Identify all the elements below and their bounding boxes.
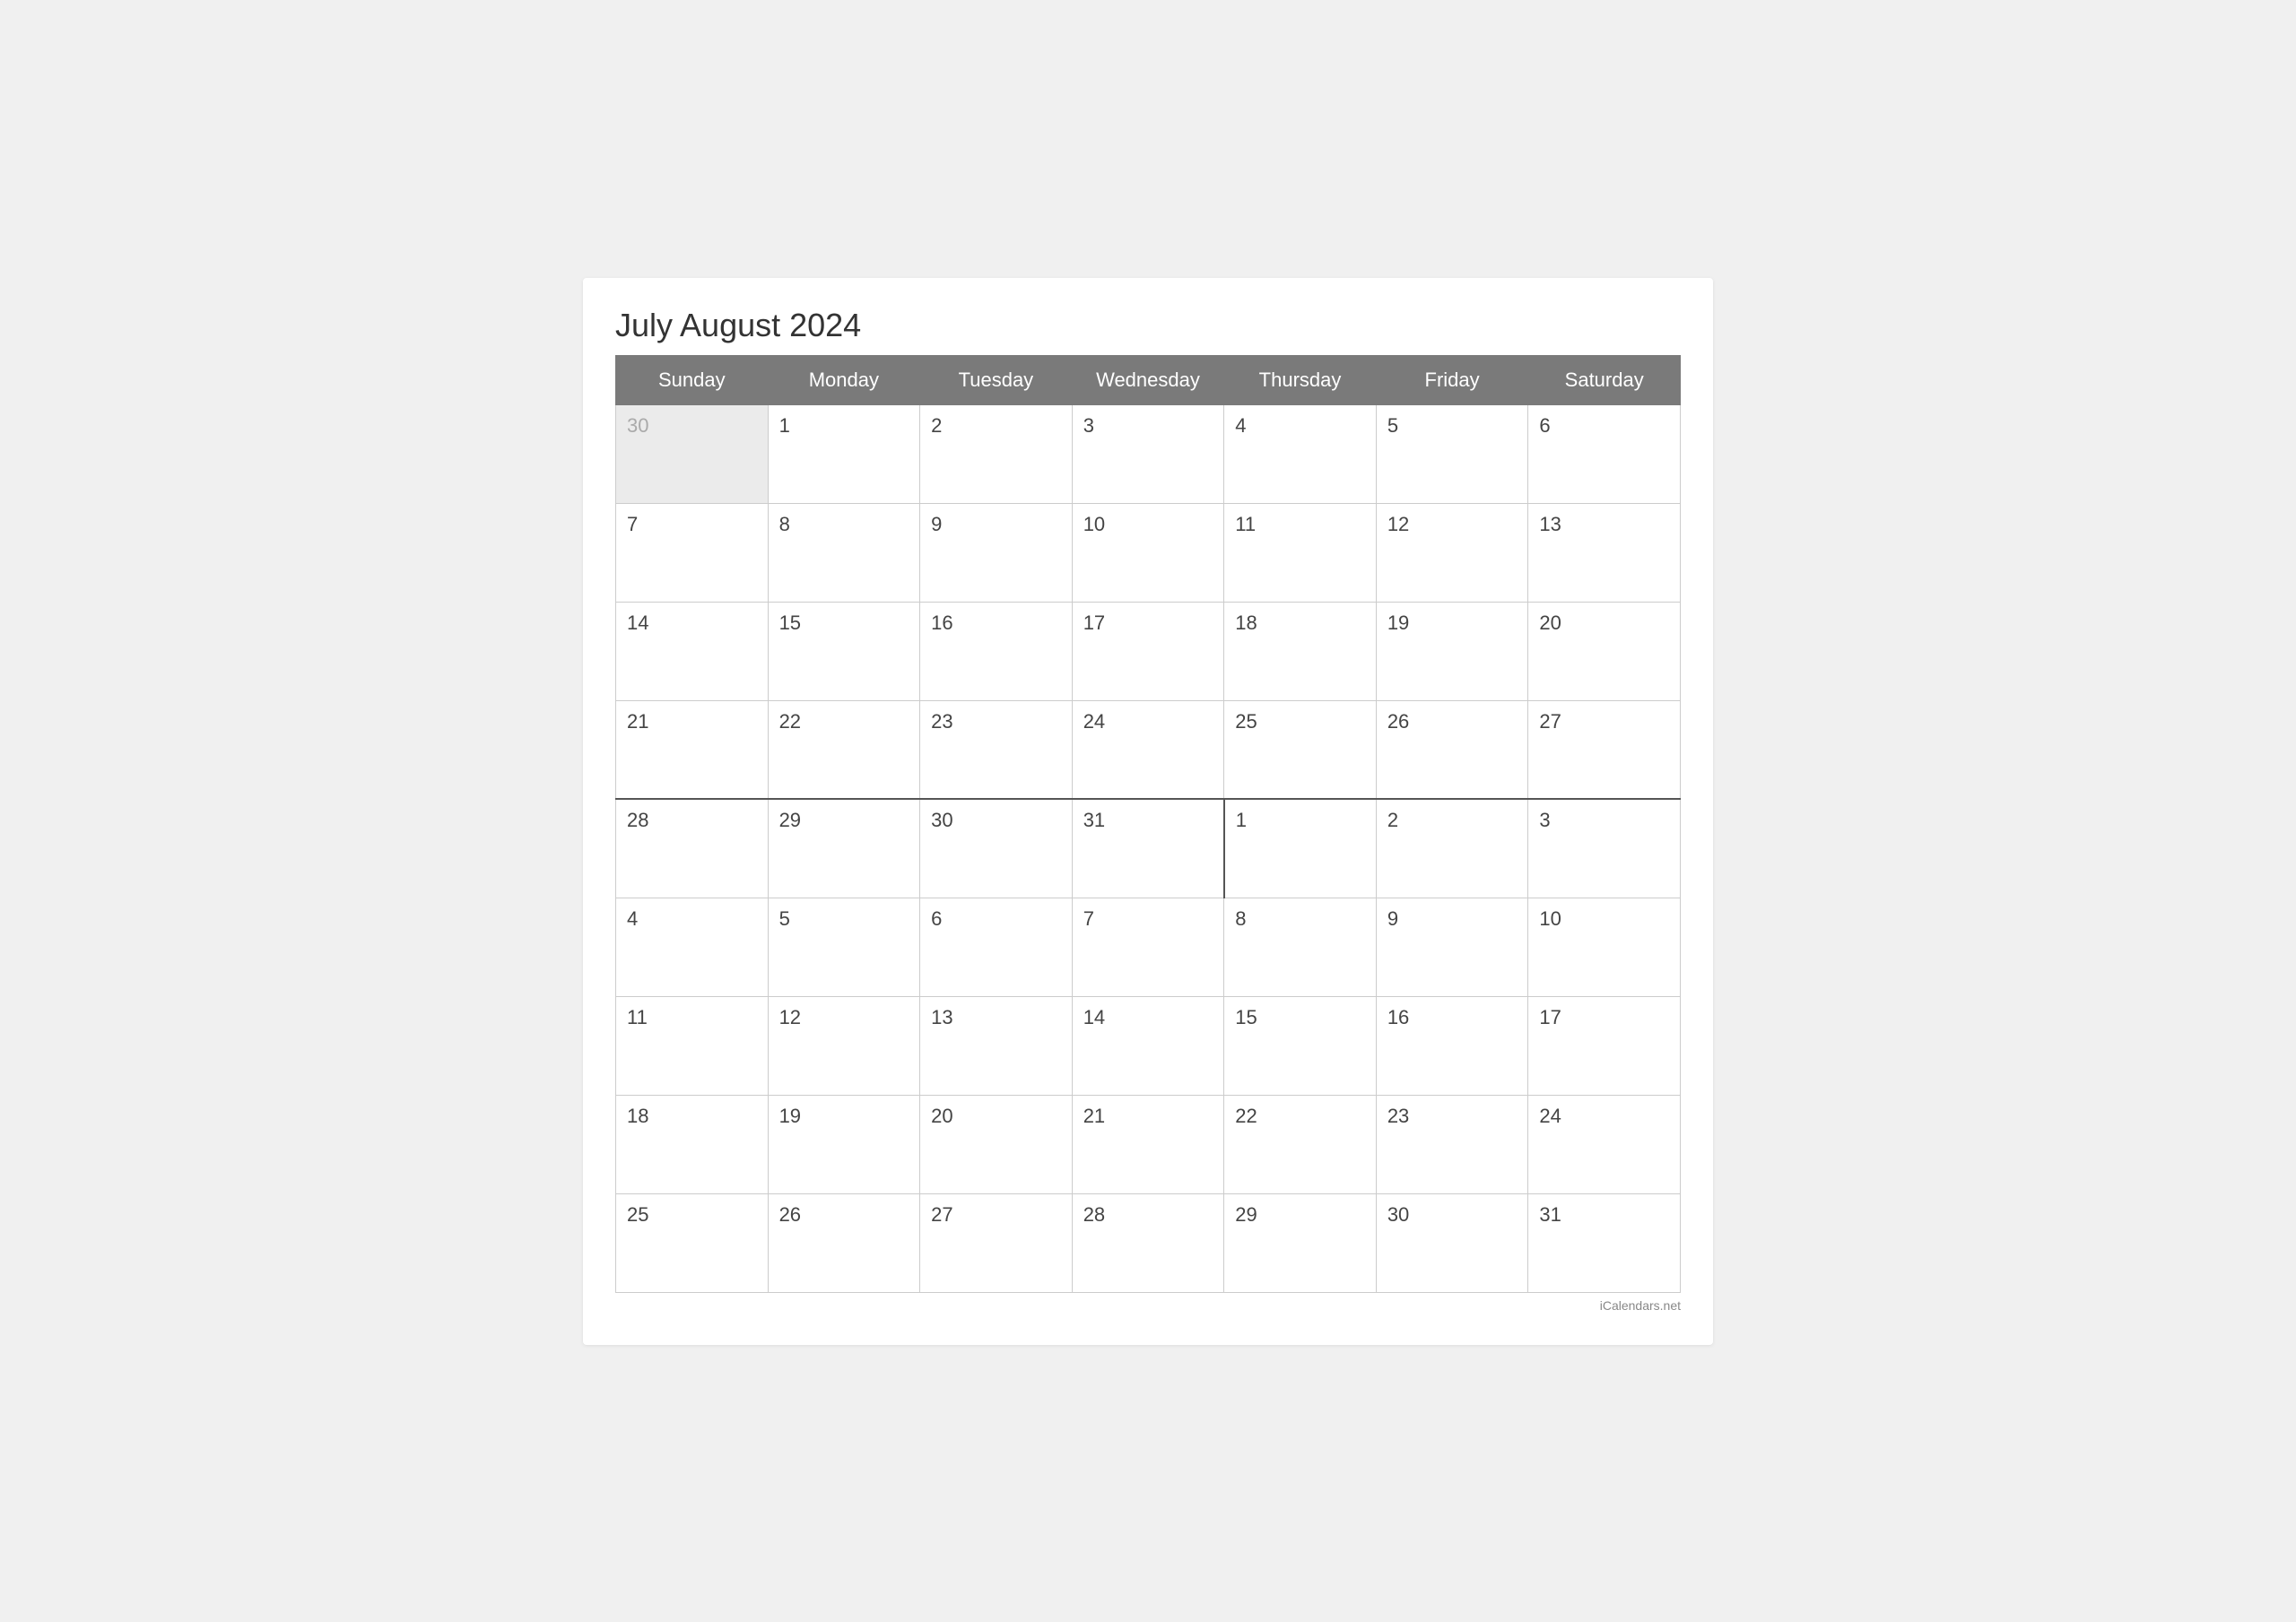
calendar-day[interactable]: 30 xyxy=(920,799,1073,898)
calendar-day[interactable]: 11 xyxy=(616,996,769,1095)
calendar-day[interactable]: 12 xyxy=(768,996,920,1095)
calendar-day[interactable]: 6 xyxy=(1528,404,1681,503)
calendar-day[interactable]: 11 xyxy=(1224,503,1377,602)
week-row: 14151617181920 xyxy=(616,602,1681,700)
calendar-day[interactable]: 22 xyxy=(768,700,920,799)
calendar-day[interactable]: 20 xyxy=(1528,602,1681,700)
calendar-day[interactable]: 16 xyxy=(1376,996,1528,1095)
calendar-day[interactable]: 3 xyxy=(1528,799,1681,898)
calendar-day[interactable]: 12 xyxy=(1376,503,1528,602)
calendar-day[interactable]: 26 xyxy=(768,1193,920,1292)
header-cell-tuesday: Tuesday xyxy=(920,355,1073,404)
calendar-day[interactable]: 29 xyxy=(768,799,920,898)
week-row: 78910111213 xyxy=(616,503,1681,602)
calendar-day[interactable]: 15 xyxy=(768,602,920,700)
week-row: 30123456 xyxy=(616,404,1681,503)
header-cell-wednesday: Wednesday xyxy=(1072,355,1224,404)
week-row: 18192021222324 xyxy=(616,1095,1681,1193)
header-cell-monday: Monday xyxy=(768,355,920,404)
calendar-table: SundayMondayTuesdayWednesdayThursdayFrid… xyxy=(615,355,1681,1293)
calendar-day[interactable]: 4 xyxy=(616,898,769,996)
calendar-day[interactable]: 26 xyxy=(1376,700,1528,799)
calendar-day[interactable]: 28 xyxy=(616,799,769,898)
calendar-day[interactable]: 15 xyxy=(1224,996,1377,1095)
calendar-day[interactable]: 17 xyxy=(1072,602,1224,700)
calendar-day[interactable]: 2 xyxy=(920,404,1073,503)
calendar-day[interactable]: 22 xyxy=(1224,1095,1377,1193)
calendar-container: July August 2024 SundayMondayTuesdayWedn… xyxy=(583,278,1713,1345)
calendar-day[interactable]: 10 xyxy=(1528,898,1681,996)
calendar-day[interactable]: 13 xyxy=(1528,503,1681,602)
watermark: iCalendars.net xyxy=(615,1298,1681,1313)
calendar-day[interactable]: 3 xyxy=(1072,404,1224,503)
calendar-day[interactable]: 14 xyxy=(1072,996,1224,1095)
calendar-day[interactable]: 8 xyxy=(768,503,920,602)
calendar-day[interactable]: 29 xyxy=(1224,1193,1377,1292)
calendar-day[interactable]: 19 xyxy=(768,1095,920,1193)
calendar-day[interactable]: 27 xyxy=(1528,700,1681,799)
calendar-day[interactable]: 31 xyxy=(1528,1193,1681,1292)
week-row: 25262728293031 xyxy=(616,1193,1681,1292)
calendar-title: July August 2024 xyxy=(615,307,1681,344)
week-row: 45678910 xyxy=(616,898,1681,996)
calendar-day[interactable]: 2 xyxy=(1376,799,1528,898)
calendar-day[interactable]: 8 xyxy=(1224,898,1377,996)
calendar-day[interactable]: 25 xyxy=(616,1193,769,1292)
calendar-day[interactable]: 9 xyxy=(1376,898,1528,996)
calendar-day[interactable]: 4 xyxy=(1224,404,1377,503)
calendar-day[interactable]: 23 xyxy=(920,700,1073,799)
calendar-day[interactable]: 14 xyxy=(616,602,769,700)
calendar-day[interactable]: 30 xyxy=(616,404,769,503)
calendar-day[interactable]: 18 xyxy=(1224,602,1377,700)
calendar-body: 3012345678910111213141516171819202122232… xyxy=(616,404,1681,1292)
calendar-day[interactable]: 21 xyxy=(1072,1095,1224,1193)
calendar-day[interactable]: 25 xyxy=(1224,700,1377,799)
calendar-day[interactable]: 23 xyxy=(1376,1095,1528,1193)
calendar-day[interactable]: 7 xyxy=(616,503,769,602)
calendar-day[interactable]: 18 xyxy=(616,1095,769,1193)
calendar-day[interactable]: 31 xyxy=(1072,799,1224,898)
calendar-day[interactable]: 28 xyxy=(1072,1193,1224,1292)
calendar-day[interactable]: 6 xyxy=(920,898,1073,996)
calendar-day[interactable]: 10 xyxy=(1072,503,1224,602)
calendar-day[interactable]: 5 xyxy=(768,898,920,996)
calendar-day[interactable]: 24 xyxy=(1528,1095,1681,1193)
header-cell-saturday: Saturday xyxy=(1528,355,1681,404)
header-row: SundayMondayTuesdayWednesdayThursdayFrid… xyxy=(616,355,1681,404)
calendar-day[interactable]: 24 xyxy=(1072,700,1224,799)
week-row: 28293031123 xyxy=(616,799,1681,898)
calendar-header: SundayMondayTuesdayWednesdayThursdayFrid… xyxy=(616,355,1681,404)
header-cell-sunday: Sunday xyxy=(616,355,769,404)
week-row: 21222324252627 xyxy=(616,700,1681,799)
calendar-day[interactable]: 9 xyxy=(920,503,1073,602)
calendar-day[interactable]: 13 xyxy=(920,996,1073,1095)
calendar-day[interactable]: 5 xyxy=(1376,404,1528,503)
calendar-day[interactable]: 1 xyxy=(768,404,920,503)
calendar-day[interactable]: 19 xyxy=(1376,602,1528,700)
calendar-day[interactable]: 21 xyxy=(616,700,769,799)
calendar-day[interactable]: 1 xyxy=(1224,799,1377,898)
header-cell-friday: Friday xyxy=(1376,355,1528,404)
calendar-day[interactable]: 7 xyxy=(1072,898,1224,996)
header-cell-thursday: Thursday xyxy=(1224,355,1377,404)
calendar-day[interactable]: 16 xyxy=(920,602,1073,700)
calendar-day[interactable]: 27 xyxy=(920,1193,1073,1292)
week-row: 11121314151617 xyxy=(616,996,1681,1095)
calendar-day[interactable]: 17 xyxy=(1528,996,1681,1095)
calendar-day[interactable]: 20 xyxy=(920,1095,1073,1193)
calendar-day[interactable]: 30 xyxy=(1376,1193,1528,1292)
